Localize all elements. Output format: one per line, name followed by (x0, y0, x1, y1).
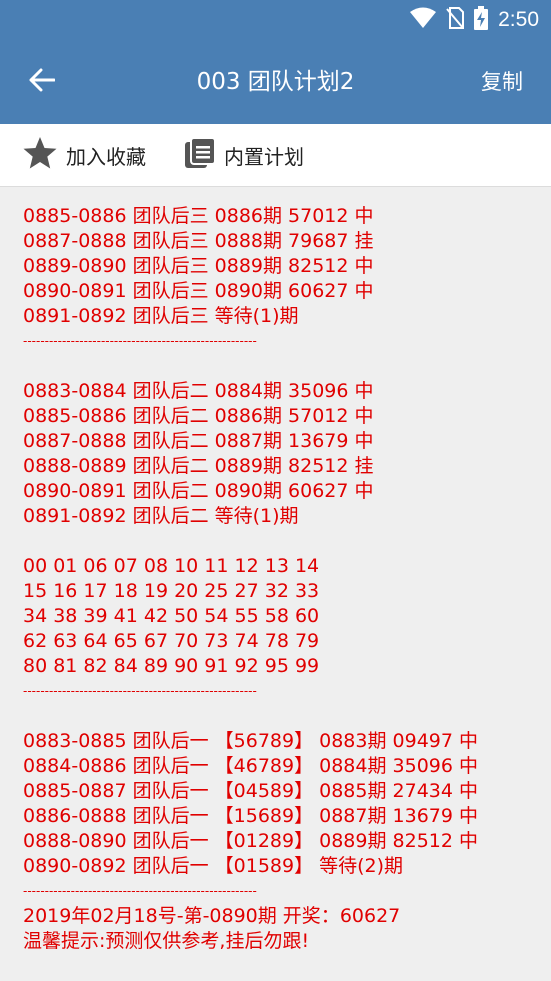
number-line: 80 81 82 84 89 90 91 92 95 99 (23, 655, 320, 677)
tip-line: 温馨提示:预测仅供参考,挂后勿跟! (23, 930, 310, 952)
star-icon (22, 136, 58, 175)
plan-line: 0889-0890 团队后三 0889期 82512 中 (23, 255, 374, 277)
plan-line: 0891-0892 团队后二 等待(1)期 (23, 505, 299, 527)
plan-line: 0891-0892 团队后三 等待(1)期 (23, 305, 299, 327)
plan-line: 0885-0886 团队后二 0886期 57012 中 (23, 405, 374, 427)
wifi-icon (410, 7, 437, 33)
separator: ----------------------------------------… (23, 334, 257, 348)
plan-line: 0883-0884 团队后二 0884期 35096 中 (23, 380, 374, 402)
plan-line: 0885-0886 团队后三 0886期 57012 中 (23, 205, 374, 227)
plan-line: 0886-0888 团队后一 【15689】 0887期 13679 中 (23, 805, 478, 827)
status-bar: 2:50 (0, 0, 551, 40)
number-line: 15 16 17 18 19 20 25 27 32 33 (23, 580, 320, 602)
plan-line: 0887-0888 团队后二 0887期 13679 中 (23, 430, 374, 452)
add-favorite-label: 加入收藏 (66, 144, 146, 169)
builtin-plan-label: 内置计划 (224, 144, 304, 169)
draw-result-line: 2019年02月18号-第-0890期 开奖：60627 (23, 905, 401, 927)
separator: ----------------------------------------… (23, 884, 257, 898)
plan-line: 0884-0886 团队后一 【46789】 0884期 35096 中 (23, 755, 478, 777)
back-button[interactable] (22, 62, 62, 102)
arrow-left-icon (29, 68, 56, 96)
plan-line: 0890-0892 团队后一 【01589】 等待(2)期 (23, 855, 404, 877)
plan-line: 0885-0887 团队后一 【04589】 0885期 27434 中 (23, 780, 478, 802)
plan-content: 0885-0886 团队后三 0886期 57012 中 0887-0888 团… (23, 204, 533, 954)
add-favorite-button[interactable]: 加入收藏 (22, 124, 146, 186)
plan-line: 0883-0885 团队后一 【56789】 0883期 09497 中 (23, 730, 478, 752)
status-icons: 2:50 (410, 6, 539, 34)
status-time: 2:50 (498, 8, 539, 31)
action-toolbar: 加入收藏 内置计划 (0, 124, 551, 187)
documents-icon (184, 136, 216, 174)
number-line: 62 63 64 65 67 70 73 74 78 79 (23, 630, 320, 652)
no-sim-icon (446, 7, 465, 33)
plan-line: 0887-0888 团队后三 0888期 79687 挂 (23, 230, 374, 252)
plan-line: 0890-0891 团队后二 0890期 60627 中 (23, 480, 374, 502)
plan-line: 0888-0889 团队后二 0889期 82512 挂 (23, 455, 374, 477)
number-line: 00 01 06 07 08 10 11 12 13 14 (23, 555, 320, 577)
battery-charging-icon (474, 6, 489, 34)
plan-line: 0890-0891 团队后三 0890期 60627 中 (23, 280, 374, 302)
builtin-plan-button[interactable]: 内置计划 (184, 124, 304, 186)
app-bar: 003 团队计划2 复制 (0, 40, 551, 124)
plan-line: 0888-0890 团队后一 【01289】 0889期 82512 中 (23, 830, 478, 852)
copy-button[interactable]: 复制 (481, 40, 523, 124)
separator: ----------------------------------------… (23, 684, 257, 698)
number-line: 34 38 39 41 42 50 54 55 58 60 (23, 605, 320, 627)
page-title: 003 团队计划2 (196, 69, 355, 95)
